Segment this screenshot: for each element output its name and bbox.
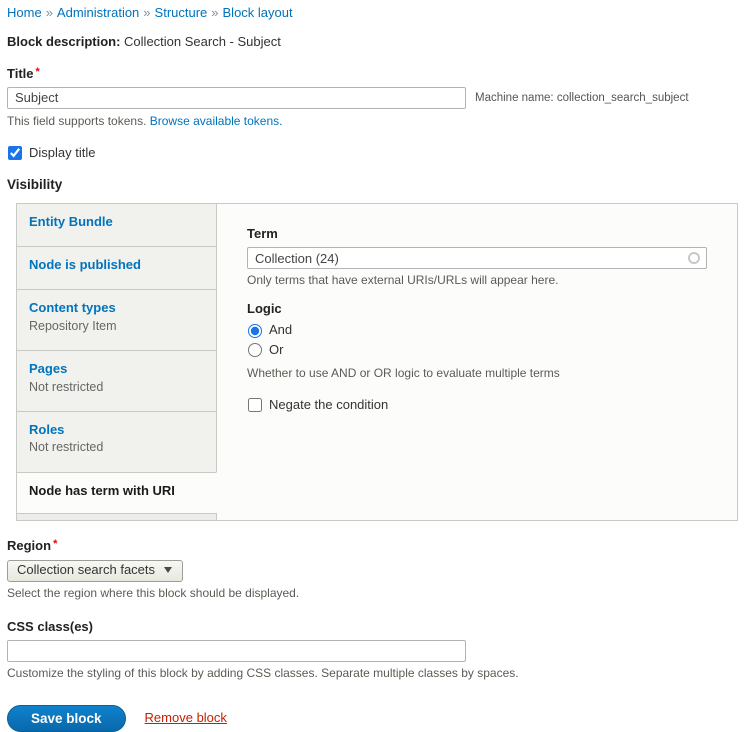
breadcrumb-link-block-layout[interactable]: Block layout (223, 5, 293, 20)
title-help: This field supports tokens. Browse avail… (7, 114, 738, 129)
logic-and-label: And (269, 322, 292, 338)
machine-name-text: Machine name: collection_search_subject (475, 91, 689, 105)
term-description: Only terms that have external URIs/URLs … (247, 273, 707, 288)
tab-content-types[interactable]: Content types Repository Item (16, 289, 217, 350)
breadcrumb-link-structure[interactable]: Structure (155, 5, 208, 20)
logic-description: Whether to use AND or OR logic to evalua… (247, 366, 707, 381)
title-input[interactable] (7, 87, 466, 109)
region-select-value: Collection search facets (17, 562, 155, 578)
logic-or-label: Or (269, 342, 283, 358)
required-marker: * (53, 538, 57, 550)
breadcrumb-separator: » (143, 5, 150, 20)
title-field-group: Title* Machine name: collection_search_s… (7, 66, 738, 129)
logic-label: Logic (247, 301, 282, 317)
css-classes-label: CSS class(es) (7, 619, 93, 635)
tab-summary: Not restricted (29, 440, 204, 456)
logic-field-group: Logic And Or Whether to use AND or OR lo… (247, 301, 707, 381)
tab-summary: Not restricted (29, 380, 204, 396)
tab-pages[interactable]: Pages Not restricted (16, 350, 217, 411)
block-description: Block description: Collection Search - S… (7, 34, 738, 50)
tab-menu-filler (16, 513, 217, 521)
logic-option-or-row: Or (247, 342, 707, 358)
title-label: Title* (7, 66, 40, 82)
browse-tokens-link[interactable]: Browse available tokens. (150, 114, 283, 128)
region-select[interactable]: Collection search facets (7, 560, 183, 582)
display-title-label: Display title (29, 145, 95, 161)
logic-option-and-row: And (247, 322, 707, 338)
negate-condition-checkbox[interactable] (248, 398, 262, 412)
css-classes-field-group: CSS class(es) Customize the styling of t… (7, 619, 738, 681)
breadcrumb: Home»Administration»Structure»Block layo… (7, 5, 738, 21)
breadcrumb-separator: » (211, 5, 218, 20)
tab-entity-bundle[interactable]: Entity Bundle (16, 203, 217, 246)
breadcrumb-link-administration[interactable]: Administration (57, 5, 139, 20)
css-classes-description: Customize the styling of this block by a… (7, 666, 738, 681)
logic-or-radio[interactable] (248, 343, 262, 357)
region-label: Region* (7, 538, 57, 554)
display-title-row: Display title (7, 145, 738, 161)
term-field-group: Term Only terms that have external URIs/… (247, 226, 707, 288)
tab-node-is-published[interactable]: Node is published (16, 246, 217, 289)
form-actions: Save block Remove block (7, 705, 738, 732)
breadcrumb-link-home[interactable]: Home (7, 5, 42, 20)
region-description: Select the region where this block shoul… (7, 586, 738, 601)
required-marker: * (36, 66, 40, 78)
visibility-vertical-tabs: Entity Bundle Node is published Content … (16, 203, 738, 521)
tab-node-has-term-with-uri[interactable]: Node has term with URI (16, 472, 217, 513)
block-description-label: Block description: (7, 34, 120, 49)
display-title-checkbox[interactable] (8, 146, 22, 160)
vertical-tab-pane: Term Only terms that have external URIs/… (216, 203, 738, 521)
negate-condition-row: Negate the condition (247, 397, 707, 413)
visibility-heading: Visibility (7, 177, 738, 194)
term-label: Term (247, 226, 278, 242)
region-field-group: Region* Collection search facets Select … (7, 538, 738, 600)
tab-roles[interactable]: Roles Not restricted (16, 411, 217, 472)
term-autocomplete-input[interactable] (247, 247, 707, 269)
tab-summary: Repository Item (29, 319, 204, 335)
logic-and-radio[interactable] (248, 324, 262, 338)
save-block-button[interactable]: Save block (7, 705, 126, 732)
negate-condition-label: Negate the condition (269, 397, 388, 413)
breadcrumb-separator: » (46, 5, 53, 20)
dropdown-arrow-icon (164, 567, 172, 573)
vertical-tab-menu: Entity Bundle Node is published Content … (16, 203, 217, 521)
css-classes-input[interactable] (7, 640, 466, 662)
remove-block-link[interactable]: Remove block (145, 710, 227, 726)
block-description-value: Collection Search - Subject (124, 34, 281, 49)
